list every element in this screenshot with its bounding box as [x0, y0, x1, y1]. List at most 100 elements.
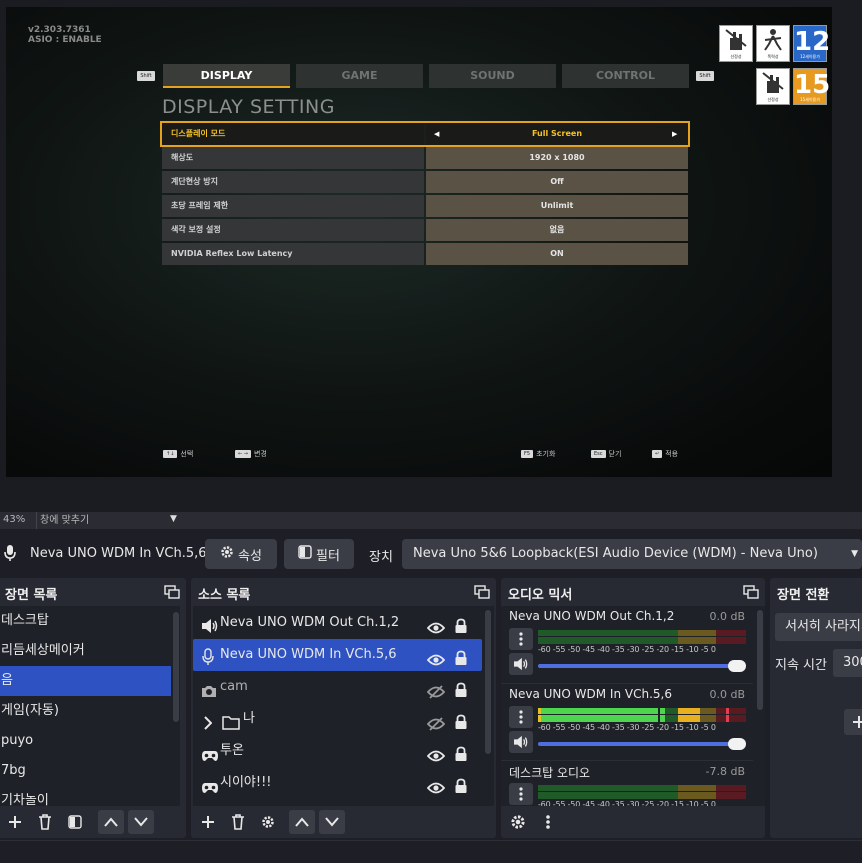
kebab-menu-icon[interactable]	[509, 706, 533, 728]
duration-input[interactable]: 300 ms	[833, 649, 862, 677]
hint-text: 변경	[253, 450, 267, 458]
scene-item-selected[interactable]: 음	[0, 666, 171, 696]
volume-meter	[538, 785, 746, 799]
scene-item[interactable]: 데스크탑	[0, 606, 180, 636]
game-tab-display: DISPLAY	[163, 64, 290, 88]
selected-source-name: Neva UNO WDM In VCh.5,6	[30, 546, 207, 561]
add-transition-button[interactable]	[844, 709, 862, 735]
remove-scene-button[interactable]	[32, 810, 58, 834]
float-dock-icon[interactable]	[474, 585, 490, 603]
remove-source-button[interactable]	[225, 810, 251, 834]
source-name: Neva UNO WDM In VCh.5,6	[220, 647, 397, 662]
device-select[interactable]: Neva Uno 5&6 Loopback(ESI Audio Device (…	[402, 539, 862, 569]
device-label: 장치	[369, 550, 393, 565]
game-tab-game: GAME	[296, 64, 423, 88]
source-group-item[interactable]: 나	[193, 703, 482, 735]
mic-icon	[3, 544, 17, 566]
volume-slider-track	[538, 742, 730, 746]
lock-icon[interactable]	[454, 775, 468, 806]
source-item[interactable]: 시이야!!!	[193, 767, 482, 799]
setting-value: Unlimit	[426, 195, 688, 217]
mixer-settings-button[interactable]	[505, 810, 531, 834]
setting-value: 없음	[426, 219, 688, 241]
setting-row-color-correction: 색각 보정 설정 없음	[162, 219, 688, 241]
rating-caption: 선정성	[730, 54, 742, 59]
mixer-channel-desktop: 데스크탑 오디오 -7.8 dB -60 -55 -50 -45 -40 -35…	[501, 760, 753, 806]
gear-icon	[220, 545, 234, 563]
properties-label: 속성	[238, 548, 262, 564]
rating-caption: 선정성	[767, 97, 779, 102]
move-source-down-button[interactable]	[319, 810, 345, 834]
speaker-mute-icon[interactable]	[509, 731, 533, 753]
scene-item[interactable]: puyo	[0, 726, 180, 756]
scenes-toolbar	[0, 806, 186, 838]
mixer-menu-button[interactable]	[535, 810, 561, 834]
transitions-dock: 장면 전환 서서히 사라지기 지속 시간 300 ms	[770, 578, 862, 838]
move-scene-up-button[interactable]	[98, 810, 124, 834]
zoom-level: 43%	[3, 514, 26, 525]
source-item-selected[interactable]: Neva UNO WDM In VCh.5,6	[193, 639, 482, 671]
kebab-menu-icon[interactable]	[509, 783, 533, 805]
scenes-dock: 장면 목록 데스크탑 리듬세상메이커 음 게임(자동) puyo 7bg 기차놀…	[0, 578, 186, 838]
volume-slider[interactable]	[538, 738, 746, 750]
add-scene-button[interactable]	[2, 810, 28, 834]
speaker-mute-icon[interactable]	[509, 653, 533, 675]
add-source-button[interactable]	[195, 810, 221, 834]
hint-apply: ↵ 적용	[652, 449, 678, 459]
scene-item[interactable]: 7bg	[0, 756, 180, 786]
source-item[interactable]: 투온	[193, 735, 482, 767]
source-list[interactable]: Neva UNO WDM Out Ch.1,2 Neva UNO WDM In …	[193, 606, 494, 806]
volume-meter	[538, 708, 746, 722]
kebab-menu-icon[interactable]	[509, 628, 533, 650]
shift-key-right: Shift	[696, 71, 714, 81]
preview-area[interactable]: v2.303.7361 ASIO : ENABLE Shift DISPLAY …	[0, 0, 862, 512]
float-dock-icon[interactable]	[164, 585, 180, 603]
preview-status-bar: 43% 창에 맞추기 ▼	[0, 512, 862, 529]
source-item[interactable]: cam	[193, 671, 482, 703]
transition-select[interactable]: 서서히 사라지기	[775, 613, 862, 641]
source-name: 나	[243, 711, 255, 726]
hint-text: 선택	[180, 450, 194, 458]
arrow-right-icon: ▶	[672, 130, 678, 138]
sources-dock-title: 소스 목록	[191, 578, 496, 606]
move-scene-down-button[interactable]	[128, 810, 154, 834]
properties-button[interactable]: 속성	[205, 539, 277, 569]
mixer-scrollbar[interactable]	[757, 610, 763, 710]
volume-slider[interactable]	[538, 660, 746, 672]
source-name: 시이야!!!	[220, 775, 272, 790]
scene-item[interactable]: 게임(자동)	[0, 696, 180, 726]
scene-filter-button[interactable]	[62, 810, 88, 834]
float-dock-icon[interactable]	[743, 585, 759, 603]
move-source-up-button[interactable]	[289, 810, 315, 834]
scene-item[interactable]: 기차놀이	[0, 786, 180, 806]
version-text: v2.303.7361	[28, 25, 91, 35]
chevron-down-icon[interactable]: ▼	[170, 514, 177, 524]
setting-label: 초당 프레임 제한	[162, 195, 424, 217]
eye-icon[interactable]	[426, 776, 446, 806]
filters-button[interactable]: 필터	[284, 539, 354, 569]
game-preview[interactable]: v2.303.7361 ASIO : ENABLE Shift DISPLAY …	[6, 7, 832, 477]
source-properties-button[interactable]	[255, 810, 281, 834]
source-item[interactable]: Neva UNO WDM Out Ch.1,2	[193, 607, 482, 639]
channel-db: 0.0 dB	[709, 688, 745, 701]
mixer-channels: Neva UNO WDM Out Ch.1,2 0.0 dB -60 -55 -…	[501, 606, 765, 806]
volume-slider-handle[interactable]	[728, 738, 746, 750]
setting-label: 해상도	[162, 147, 424, 169]
scene-item[interactable]: 리듬세상메이커	[0, 636, 180, 666]
setting-label: 계단현상 방지	[162, 171, 424, 193]
scene-list-scrollbar[interactable]	[173, 612, 179, 722]
rating-caption: 15세이용가	[800, 97, 820, 102]
rating-sexuality-icon-2: 선정성	[756, 68, 790, 105]
hint-key: ↑↓	[163, 450, 178, 458]
hint-text: 닫기	[608, 450, 622, 458]
rating-15-icon: 15 15세이용가	[793, 68, 830, 105]
setting-label: 디스플레이 모드	[162, 123, 424, 145]
dock-title-text: 소스 목록	[198, 588, 251, 603]
hint-text: 적용	[665, 450, 679, 458]
source-list-scrollbar[interactable]	[485, 610, 491, 754]
transitions-body: 서서히 사라지기 지속 시간 300 ms	[770, 606, 862, 806]
hint-select: ↑↓ 선택	[163, 449, 193, 459]
fit-to-window-select[interactable]: 창에 맞추기	[36, 512, 164, 529]
scene-list[interactable]: 데스크탑 리듬세상메이커 음 게임(자동) puyo 7bg 기차놀이	[0, 606, 180, 806]
volume-slider-handle[interactable]	[728, 660, 746, 672]
